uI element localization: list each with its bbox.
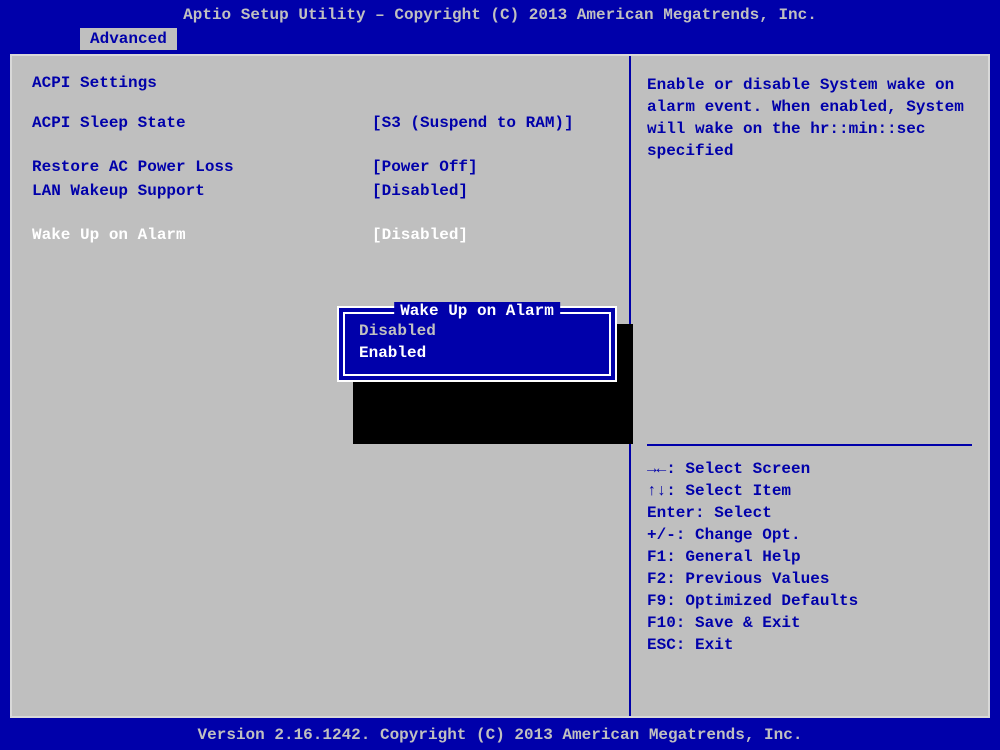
tab-advanced[interactable]: Advanced (80, 28, 177, 50)
key-esc: ESC: Exit (647, 634, 972, 656)
setting-value: [Disabled] (372, 224, 468, 246)
setting-label: LAN Wakeup Support (32, 180, 372, 202)
setting-label: ACPI Sleep State (32, 112, 372, 134)
settings-pane: ACPI Settings ACPI Sleep State [S3 (Susp… (12, 56, 631, 716)
setting-value: [Power Off] (372, 156, 478, 178)
tab-row: Advanced (0, 28, 1000, 50)
key-f1: F1: General Help (647, 546, 972, 568)
footer-version: Version 2.16.1242. Copyright (C) 2013 Am… (0, 726, 1000, 744)
help-pane: Enable or disable System wake on alarm e… (631, 56, 988, 716)
popup-option-enabled[interactable]: Enabled (349, 342, 605, 364)
key-change-opt: +/-: Change Opt. (647, 524, 972, 546)
bios-title: Aptio Setup Utility – Copyright (C) 2013… (0, 0, 1000, 28)
setting-label: Restore AC Power Loss (32, 156, 372, 178)
key-f2: F2: Previous Values (647, 568, 972, 590)
help-text: Enable or disable System wake on alarm e… (647, 74, 972, 162)
key-f9: F9: Optimized Defaults (647, 590, 972, 612)
key-select-item: ↑↓: Select Item (647, 480, 972, 502)
key-select-screen: →←: Select Screen (647, 458, 972, 480)
popup-wake-up-on-alarm: Wake Up on Alarm Disabled Enabled (337, 306, 617, 382)
setting-label: Wake Up on Alarm (32, 224, 372, 246)
divider (647, 444, 972, 446)
setting-value: [S3 (Suspend to RAM)] (372, 112, 574, 134)
setting-value: [Disabled] (372, 180, 468, 202)
popup-title: Wake Up on Alarm (394, 302, 560, 320)
key-help: →←: Select Screen ↑↓: Select Item Enter:… (647, 458, 972, 656)
setting-acpi-sleep-state[interactable]: ACPI Sleep State [S3 (Suspend to RAM)] (32, 112, 609, 134)
key-f10: F10: Save & Exit (647, 612, 972, 634)
main-area: ACPI Settings ACPI Sleep State [S3 (Susp… (10, 54, 990, 718)
setting-lan-wakeup-support[interactable]: LAN Wakeup Support [Disabled] (32, 180, 609, 202)
popup-option-disabled[interactable]: Disabled (349, 320, 605, 342)
setting-wake-up-on-alarm[interactable]: Wake Up on Alarm [Disabled] (32, 224, 609, 246)
setting-restore-ac-power-loss[interactable]: Restore AC Power Loss [Power Off] (32, 156, 609, 178)
section-heading: ACPI Settings (32, 74, 609, 92)
key-enter: Enter: Select (647, 502, 972, 524)
